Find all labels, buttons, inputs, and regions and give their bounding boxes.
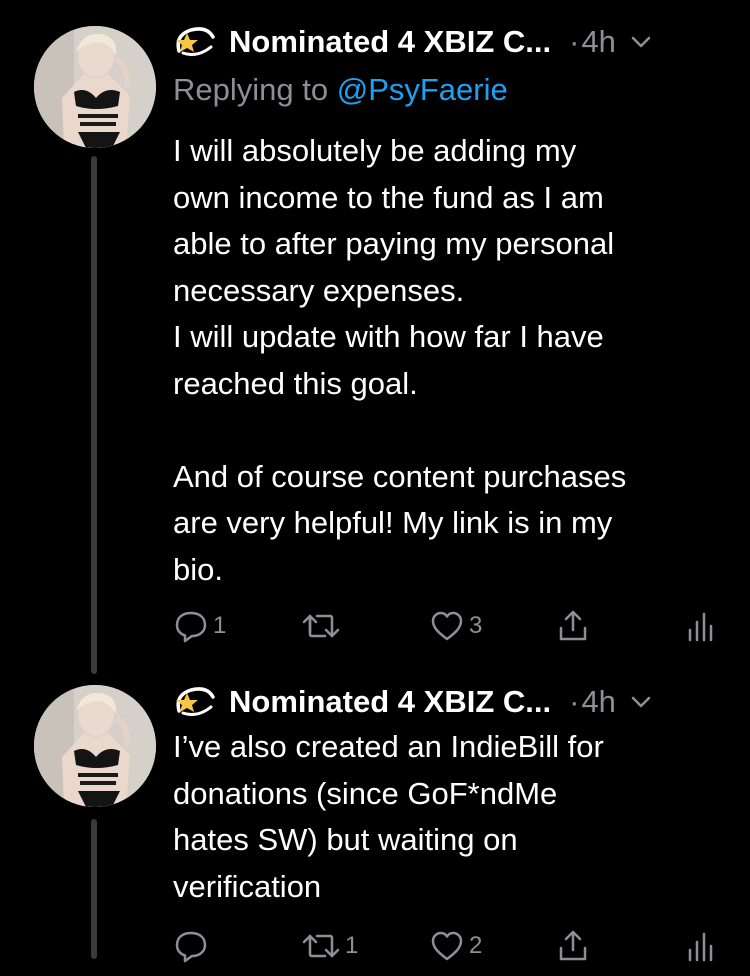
share-button[interactable] <box>555 926 591 966</box>
analytics-button[interactable] <box>685 606 715 646</box>
tweet[interactable]: Nominated 4 XBIZ C... ·4h I’ve also crea… <box>0 672 750 976</box>
time-value: 4h <box>581 684 616 719</box>
retweet-button[interactable] <box>301 606 345 646</box>
like-button[interactable]: 3 <box>429 606 482 646</box>
thread-line <box>91 819 97 959</box>
dizzy-star-icon <box>176 687 215 716</box>
reply-button[interactable]: 1 <box>173 606 226 646</box>
share-icon <box>559 610 587 641</box>
tweet-text: I’ve also created an IndieBill for donat… <box>173 729 604 904</box>
tweet-header: Nominated 4 XBIZ C... ·4h <box>173 22 732 62</box>
retweet-icon <box>302 614 340 638</box>
display-name[interactable]: Nominated 4 XBIZ C... <box>229 24 551 60</box>
chevron-down-icon[interactable] <box>630 35 652 49</box>
thread-line <box>91 156 97 674</box>
share-icon <box>559 930 587 961</box>
analytics-icon <box>688 932 713 962</box>
analytics-icon <box>688 612 713 642</box>
tweet-actions: 1 2 <box>173 926 733 966</box>
tweet[interactable]: Nominated 4 XBIZ C... ·4h Replying to @P… <box>0 0 750 674</box>
reply-count: 1 <box>213 612 227 639</box>
tweet-actions: 1 3 <box>173 606 733 646</box>
reply-icon <box>175 611 207 643</box>
like-button[interactable]: 2 <box>429 926 482 966</box>
timestamp: ·4h <box>569 24 616 60</box>
time-value: 4h <box>581 24 616 59</box>
dizzy-star-icon <box>176 27 215 56</box>
retweet-icon <box>302 934 340 958</box>
retweet-count: 1 <box>345 932 359 959</box>
reply-button[interactable] <box>173 926 213 966</box>
time-separator: · <box>569 24 580 59</box>
share-button[interactable] <box>555 606 591 646</box>
retweet-button[interactable]: 1 <box>301 926 358 966</box>
replying-handle-link[interactable]: @PsyFaerie <box>337 72 508 107</box>
replying-to: Replying to @PsyFaerie <box>173 72 508 108</box>
timestamp: ·4h <box>569 684 616 720</box>
tweet-header: Nominated 4 XBIZ C... ·4h <box>173 682 732 722</box>
avatar[interactable] <box>34 26 156 148</box>
time-separator: · <box>569 684 580 719</box>
heart-icon <box>431 611 463 641</box>
avatar[interactable] <box>34 685 156 807</box>
reply-icon <box>175 931 207 963</box>
like-count: 2 <box>469 932 483 959</box>
display-name[interactable]: Nominated 4 XBIZ C... <box>229 684 551 720</box>
heart-icon <box>431 931 463 961</box>
replying-prefix: Replying to <box>173 72 329 107</box>
like-count: 3 <box>469 612 483 639</box>
analytics-button[interactable] <box>685 926 715 966</box>
tweet-text: I will absolutely be adding my own incom… <box>173 133 627 587</box>
chevron-down-icon[interactable] <box>630 695 652 709</box>
